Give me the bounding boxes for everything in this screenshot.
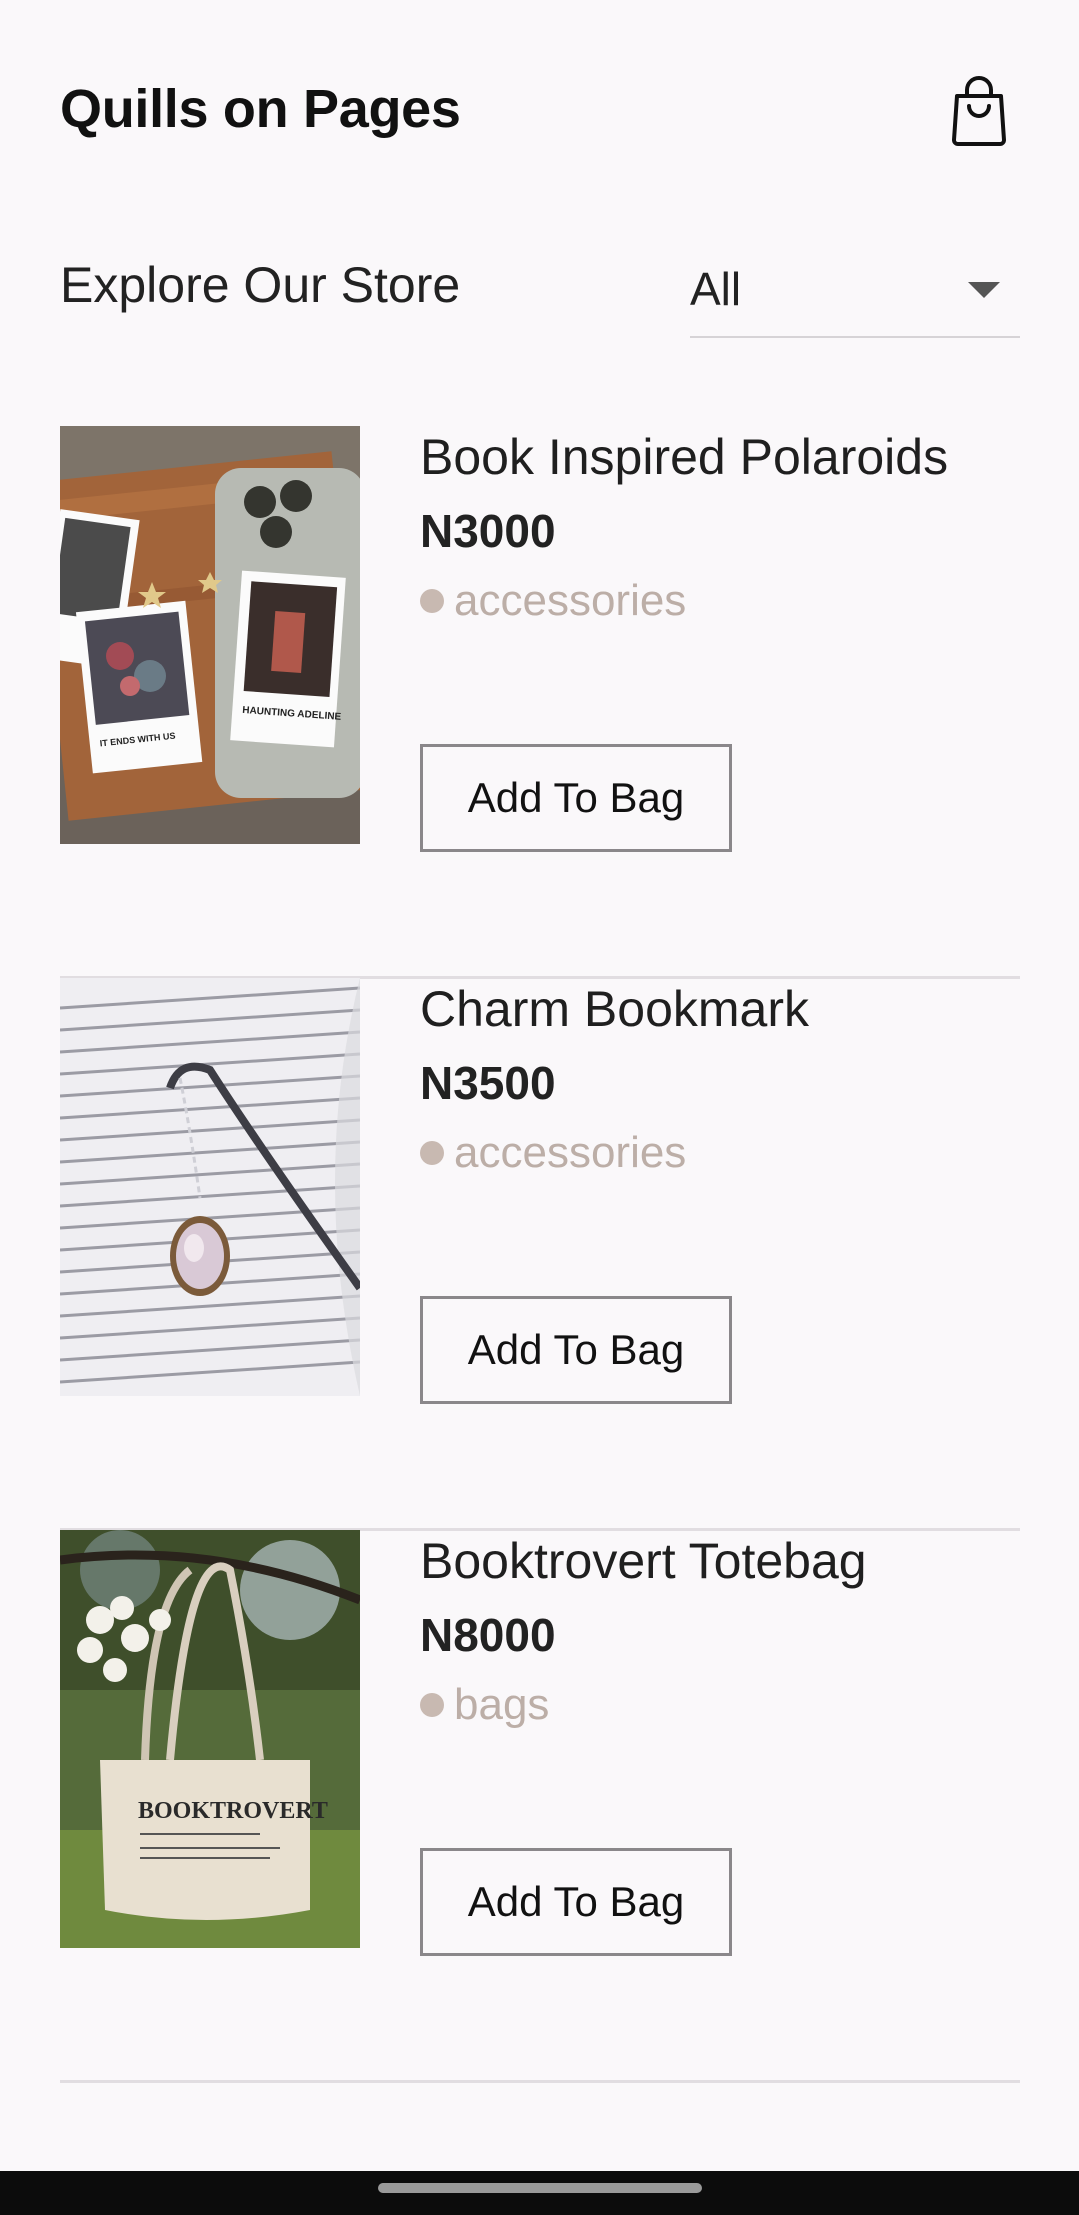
product-category: accessories bbox=[420, 1128, 686, 1178]
category-filter-dropdown[interactable]: All bbox=[690, 252, 1020, 338]
product-item: BOOKTROVERT Booktrovert Totebag N8000 ba… bbox=[60, 1530, 1020, 2083]
product-image[interactable] bbox=[60, 978, 360, 1396]
system-navigation-bar bbox=[0, 2171, 1079, 2215]
filter-selected-value: All bbox=[690, 263, 742, 315]
polaroids-photo: HAUNTING ADELINE IT ENDS WITH US bbox=[60, 426, 360, 844]
home-gesture-handle[interactable] bbox=[378, 2183, 702, 2193]
category-label: bags bbox=[454, 1680, 550, 1729]
product-image[interactable]: HAUNTING ADELINE IT ENDS WITH US bbox=[60, 426, 360, 844]
bookmark-photo bbox=[60, 978, 360, 1396]
product-image[interactable]: BOOKTROVERT bbox=[60, 1530, 360, 1948]
product-item: HAUNTING ADELINE IT ENDS WITH US Book In… bbox=[60, 426, 1020, 979]
category-label: accessories bbox=[454, 1128, 687, 1177]
divider bbox=[60, 2080, 1020, 2083]
app-title: Quills on Pages bbox=[60, 79, 461, 139]
product-category: accessories bbox=[420, 576, 686, 626]
product-name[interactable]: Book Inspired Polaroids bbox=[420, 428, 948, 486]
shopping-bag-button[interactable] bbox=[947, 72, 1011, 148]
shopping-bag-icon bbox=[952, 76, 1006, 146]
product-category: bags bbox=[420, 1680, 549, 1730]
product-item: Charm Bookmark N3500 accessories Add To … bbox=[60, 978, 1020, 1531]
category-dot-icon bbox=[420, 1693, 444, 1717]
category-dot-icon bbox=[420, 1141, 444, 1165]
add-to-bag-button[interactable]: Add To Bag bbox=[420, 744, 732, 852]
add-to-bag-button[interactable]: Add To Bag bbox=[420, 1296, 732, 1404]
app-screen: Quills on Pages Explore Our Store All HA… bbox=[0, 0, 1079, 2215]
section-title: Explore Our Store bbox=[60, 257, 461, 313]
add-to-bag-button[interactable]: Add To Bag bbox=[420, 1848, 732, 1956]
product-name[interactable]: Booktrovert Totebag bbox=[420, 1532, 867, 1590]
category-label: accessories bbox=[454, 576, 687, 625]
product-price: N8000 bbox=[420, 1609, 556, 1661]
product-name[interactable]: Charm Bookmark bbox=[420, 980, 809, 1038]
category-dot-icon bbox=[420, 589, 444, 613]
app-header: Quills on Pages bbox=[60, 72, 1019, 146]
caret-down-icon bbox=[968, 282, 1000, 298]
product-price: N3500 bbox=[420, 1057, 556, 1109]
product-price: N3000 bbox=[420, 505, 556, 557]
tote-print-text: BOOKTROVERT bbox=[138, 1798, 328, 1824]
totebag-photo: BOOKTROVERT bbox=[60, 1530, 360, 1948]
